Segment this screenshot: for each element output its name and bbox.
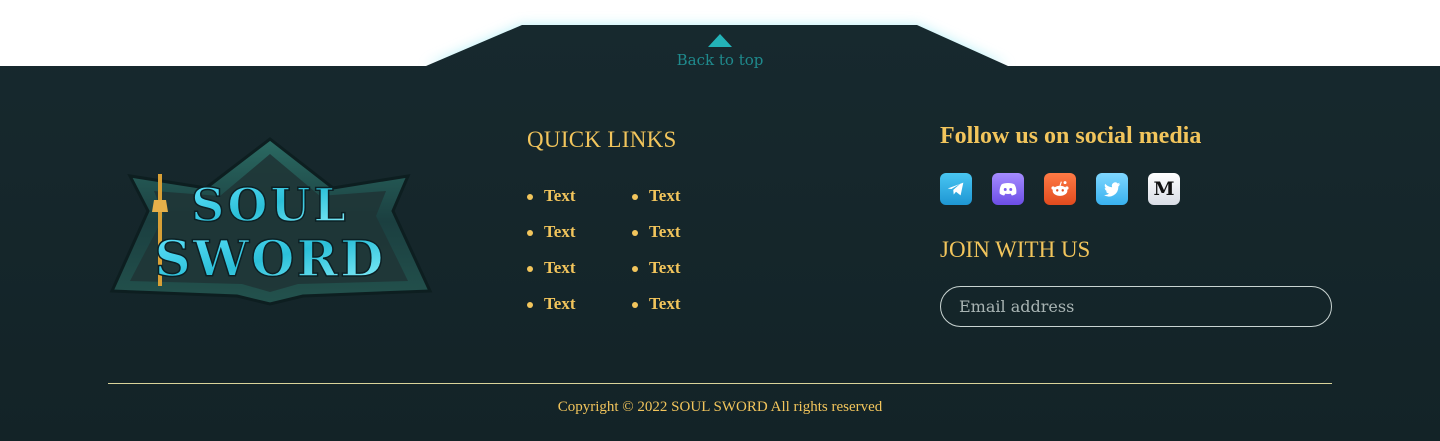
social-title: Follow us on social media — [940, 123, 1202, 149]
quick-link[interactable]: Text — [649, 258, 681, 277]
arrow-up-icon — [708, 34, 732, 47]
quick-link[interactable]: Text — [649, 222, 681, 241]
list-item: Text — [527, 258, 576, 294]
quick-link[interactable]: Text — [544, 258, 576, 277]
join-title: JOIN WITH US — [940, 237, 1091, 262]
twitter-icon[interactable] — [1096, 173, 1128, 205]
back-to-top-button[interactable]: Back to top — [660, 34, 780, 74]
medium-icon[interactable]: M — [1148, 173, 1180, 205]
logo-line1: SOUL — [191, 178, 349, 232]
logo-line2: SWORD — [155, 229, 386, 288]
list-item: Text — [527, 186, 576, 222]
discord-icon[interactable] — [992, 173, 1024, 205]
reddit-icon[interactable] — [1044, 173, 1076, 205]
list-item: Text — [632, 258, 681, 294]
copyright-text: Copyright © 2022 SOUL SWORD All rights r… — [557, 399, 883, 415]
quick-link[interactable]: Text — [649, 294, 681, 313]
quick-links-column-2: Text Text Text Text — [632, 186, 681, 330]
quick-link[interactable]: Text — [544, 186, 576, 205]
quick-links-column-1: Text Text Text Text — [527, 186, 576, 330]
footer-divider — [108, 383, 1332, 384]
quick-link[interactable]: Text — [544, 222, 576, 241]
back-to-top-label: Back to top — [676, 51, 764, 69]
soul-sword-logo: SOUL SWORD — [109, 137, 433, 306]
medium-glyph: M — [1153, 178, 1175, 200]
quick-link[interactable]: Text — [649, 186, 681, 205]
list-item: Text — [632, 294, 681, 330]
social-links: M — [940, 173, 1180, 205]
list-item: Text — [632, 222, 681, 258]
email-field[interactable] — [940, 286, 1332, 327]
list-item: Text — [527, 222, 576, 258]
list-item: Text — [527, 294, 576, 330]
quick-link[interactable]: Text — [544, 294, 576, 313]
telegram-icon[interactable] — [940, 173, 972, 205]
quick-links-title: QUICK LINKS — [527, 127, 677, 152]
list-item: Text — [632, 186, 681, 222]
